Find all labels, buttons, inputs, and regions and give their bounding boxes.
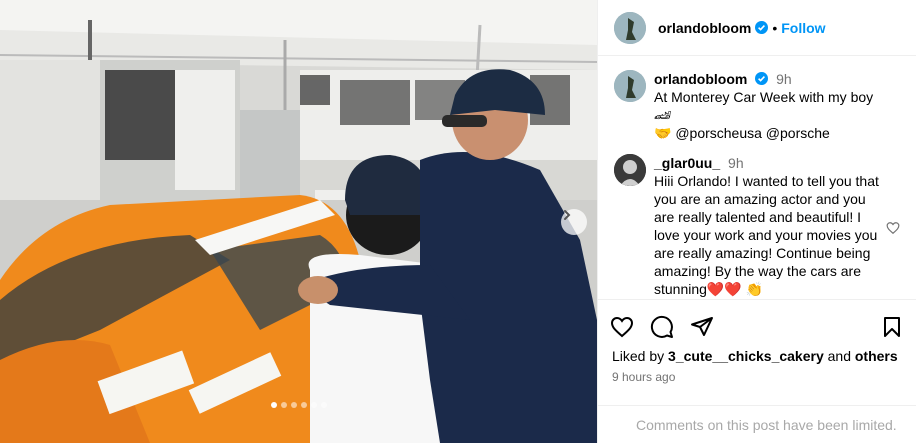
heart-icon[interactable] [610,315,634,339]
verified-badge-icon [755,71,769,85]
likes-others-link[interactable]: others [855,348,898,364]
post-timestamp[interactable]: 9 hours ago [610,370,904,384]
comments-list: orlandobloom 9h At Monterey Car Week wit… [598,56,916,299]
comment-item: _glar0uu_ 9h Hiii Orlando! I wanted to t… [614,154,900,298]
carousel-dot [300,402,307,408]
share-icon[interactable] [690,315,714,339]
caption-line-1: At Monterey Car Week with my boy 🏎 [654,89,874,123]
caption-text: orlandobloom 9h At Monterey Car Week wit… [654,70,879,142]
author-username[interactable]: orlandobloom [658,20,751,36]
follow-button[interactable]: Follow [781,20,825,36]
comment-icon[interactable] [650,315,674,339]
post-side-panel: orlandobloom • Follow orlandobloom 9h At… [597,0,916,443]
comments-limited-notice: Comments on this post have been limited. [598,405,916,443]
author-avatar[interactable] [614,11,646,44]
comment-text: _glar0uu_ 9h Hiii Orlando! I wanted to t… [654,154,879,298]
header-separator: • [772,19,778,36]
carousel-dot [270,402,277,408]
post-actions: Liked by 3_cute__chicks_cakery and other… [598,299,916,399]
liked-by-user[interactable]: 3_cute__chicks_cakery [668,348,824,364]
post-photo [0,0,597,443]
caption-time: 9h [776,71,792,87]
caption-line-2: 🤝 @porscheusa @porsche [654,125,830,141]
bookmark-icon[interactable] [880,315,904,339]
verified-badge-icon [755,21,769,34]
caption-username[interactable]: orlandobloom [654,71,747,87]
carousel-dot [280,402,287,408]
author-avatar[interactable] [614,70,646,102]
carousel-dot [290,402,297,408]
carousel-indicator [0,402,597,408]
carousel-dot [320,402,327,408]
photo-illustration [0,0,597,443]
post-header: orlandobloom • Follow [598,0,916,56]
action-icons [610,314,904,340]
caption-item: orlandobloom 9h At Monterey Car Week wit… [614,70,900,142]
next-photo-button[interactable] [561,209,587,235]
comment-time: 9h [728,155,744,171]
comment-body: Hiii Orlando! I wanted to tell you that … [654,173,879,297]
post-modal: orlandobloom • Follow orlandobloom 9h At… [0,0,916,443]
commenter-avatar[interactable] [614,154,646,186]
commenter-username[interactable]: _glar0uu_ [654,155,720,171]
likes-summary: Liked by 3_cute__chicks_cakery and other… [610,348,904,364]
likes-prefix: Liked by [612,348,669,364]
likes-mid: and [823,348,855,364]
carousel-dot [310,402,317,408]
like-comment-heart-icon[interactable] [886,221,900,238]
